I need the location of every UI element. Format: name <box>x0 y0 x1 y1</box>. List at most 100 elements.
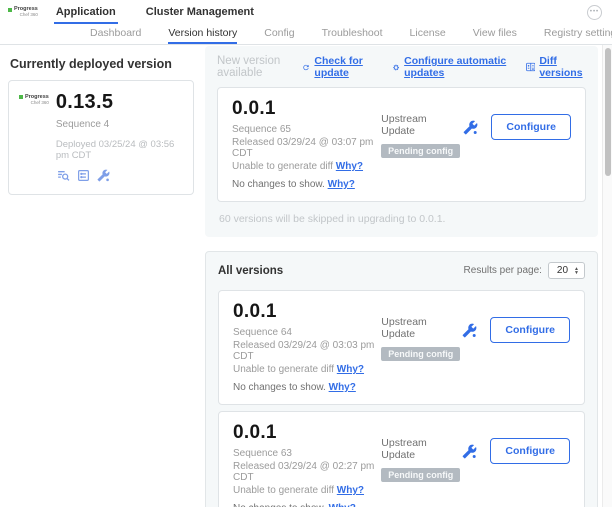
changes-line: No changes to show. Why? <box>233 382 381 393</box>
version-source-col: Upstream Update Pending config <box>381 301 462 393</box>
tab-config[interactable]: Config <box>264 24 294 44</box>
version-source-col: Upstream Update Pending config <box>381 422 462 507</box>
tab-cluster-management[interactable]: Cluster Management <box>144 1 256 24</box>
diff-status-text: Unable to generate diff <box>232 161 333 172</box>
update-links: Check for update Configure automatic upd… <box>302 55 586 79</box>
logo-mark-icon <box>8 8 12 12</box>
version-number: 0.0.1 <box>232 98 381 120</box>
version-row-info: 0.0.1 Sequence 65 Released 03/29/24 @ 03… <box>232 98 381 190</box>
results-per-page-label: Results per page: <box>464 265 542 276</box>
results-per-page: Results per page: 20 ▲▼ <box>464 262 585 279</box>
logo-mark-icon <box>19 95 23 99</box>
version-released: Released 03/29/24 @ 03:07 pm CDT <box>232 137 381 159</box>
diff-status-line: Unable to generate diff Why? <box>232 161 381 172</box>
refresh-icon <box>302 62 310 73</box>
select-arrows-icon: ▲▼ <box>574 267 579 275</box>
configure-button[interactable]: Configure <box>490 317 570 343</box>
deployed-version-info: 0.13.5 Sequence 4 Deployed 03/25/24 @ 03… <box>56 91 183 185</box>
logo-line2: Chef 360 <box>20 12 38 17</box>
changes-why-link[interactable]: Why? <box>329 382 356 393</box>
configure-button[interactable]: Configure <box>490 438 570 464</box>
all-versions-title: All versions <box>218 265 283 277</box>
changes-text: No changes to show. <box>232 179 325 190</box>
troubleshoot-wrench-icon[interactable] <box>462 444 477 459</box>
diff-icon <box>526 61 536 73</box>
version-source-label: Upstream Update <box>381 437 462 461</box>
tab-dashboard[interactable]: Dashboard <box>90 24 141 44</box>
tab-view-files[interactable]: View files <box>473 24 517 44</box>
tab-troubleshoot[interactable]: Troubleshoot <box>322 24 383 44</box>
version-actions: Configure <box>463 114 571 140</box>
tab-application[interactable]: Application <box>54 1 118 24</box>
status-badge: Pending config <box>381 468 460 482</box>
deployed-sequence: Sequence 4 <box>56 119 183 130</box>
scrollbar-thumb[interactable] <box>605 48 611 176</box>
version-source-label: Upstream Update <box>381 113 463 137</box>
version-actions: Configure <box>462 317 570 343</box>
changes-text: No changes to show. <box>233 382 326 393</box>
more-menu-button[interactable]: ••• <box>587 5 602 20</box>
deployed-version-number: 0.13.5 <box>56 91 183 114</box>
deployed-heading: Currently deployed version <box>10 57 194 71</box>
version-source-col: Upstream Update Pending config <box>381 98 463 190</box>
troubleshoot-wrench-icon[interactable] <box>97 169 110 185</box>
changes-line: No changes to show. Why? <box>232 179 381 190</box>
status-badge: Pending config <box>381 347 460 361</box>
status-badge: Pending config <box>381 144 460 158</box>
tab-registry-settings[interactable]: Registry settings <box>544 24 612 44</box>
new-version-row-container: 0.0.1 Sequence 65 Released 03/29/24 @ 03… <box>217 87 586 202</box>
diff-status-line: Unable to generate diff Why? <box>233 485 381 496</box>
deployed-version-card: Progress Chef 360 0.13.5 Sequence 4 Depl… <box>8 80 194 195</box>
version-number: 0.0.1 <box>233 301 381 323</box>
changes-line: No changes to show. Why? <box>233 503 381 507</box>
vertical-scrollbar[interactable] <box>602 45 612 507</box>
version-sequence: Sequence 64 <box>233 327 381 338</box>
version-row-info: 0.0.1 Sequence 63 Released 03/29/24 @ 02… <box>233 422 381 507</box>
tab-version-history[interactable]: Version history <box>168 24 237 44</box>
check-for-update-link[interactable]: Check for update <box>302 55 377 79</box>
edit-config-icon[interactable] <box>77 169 90 185</box>
deployed-version-panel: Currently deployed version Progress Chef… <box>0 45 198 507</box>
all-versions-section: All versions Results per page: 20 ▲▼ 0.0… <box>205 251 598 507</box>
new-version-title: New version available <box>217 55 302 79</box>
diff-versions-link[interactable]: Diff versions <box>526 55 586 79</box>
troubleshoot-wrench-icon[interactable] <box>462 323 477 338</box>
diff-status-line: Unable to generate diff Why? <box>233 364 381 375</box>
configure-automatic-updates-link[interactable]: Configure automatic updates <box>392 55 511 79</box>
version-released: Released 03/29/24 @ 03:03 pm CDT <box>233 340 381 362</box>
version-number: 0.0.1 <box>233 422 381 444</box>
diff-why-link[interactable]: Why? <box>337 485 364 496</box>
diff-why-link[interactable]: Why? <box>336 161 363 172</box>
tab-license[interactable]: License <box>410 24 446 44</box>
version-row: 0.0.1 Sequence 64 Released 03/29/24 @ 03… <box>218 290 585 405</box>
new-version-header: New version available Check for update C… <box>217 55 586 79</box>
version-actions: Configure <box>462 438 570 464</box>
version-sequence: Sequence 63 <box>233 448 381 459</box>
gear-icon <box>392 62 400 73</box>
version-source-label: Upstream Update <box>381 316 462 340</box>
app-logo: Progress Chef 360 <box>8 7 38 17</box>
top-bar: Progress Chef 360 Application Cluster Ma… <box>0 0 612 24</box>
changes-why-link[interactable]: Why? <box>328 179 355 190</box>
version-sequence: Sequence 65 <box>232 124 381 135</box>
content-area: Currently deployed version Progress Chef… <box>0 45 612 507</box>
diff-status-text: Unable to generate diff <box>233 485 334 496</box>
version-row: 0.0.1 Sequence 65 Released 03/29/24 @ 03… <box>217 87 586 202</box>
all-versions-header: All versions Results per page: 20 ▲▼ <box>218 262 585 279</box>
troubleshoot-wrench-icon[interactable] <box>463 120 478 135</box>
sub-nav: Dashboard Version history Config Trouble… <box>0 24 612 45</box>
diff-why-link[interactable]: Why? <box>337 364 364 375</box>
changes-why-link[interactable]: Why? <box>329 503 356 507</box>
version-history-panel: New version available Check for update C… <box>198 45 612 507</box>
deployed-app-logo: Progress Chef 360 <box>19 91 49 185</box>
changes-text: No changes to show. <box>233 503 326 507</box>
configure-button[interactable]: Configure <box>491 114 571 140</box>
version-released: Released 03/29/24 @ 02:27 pm CDT <box>233 461 381 483</box>
version-row-info: 0.0.1 Sequence 64 Released 03/29/24 @ 03… <box>233 301 381 393</box>
view-diff-icon[interactable] <box>56 169 70 185</box>
deployed-actions <box>56 169 183 185</box>
all-versions-list: 0.0.1 Sequence 64 Released 03/29/24 @ 03… <box>218 290 585 507</box>
results-per-page-select[interactable]: 20 ▲▼ <box>548 262 585 279</box>
skip-note: 60 versions will be skipped in upgrading… <box>219 213 584 225</box>
diff-status-text: Unable to generate diff <box>233 364 334 375</box>
